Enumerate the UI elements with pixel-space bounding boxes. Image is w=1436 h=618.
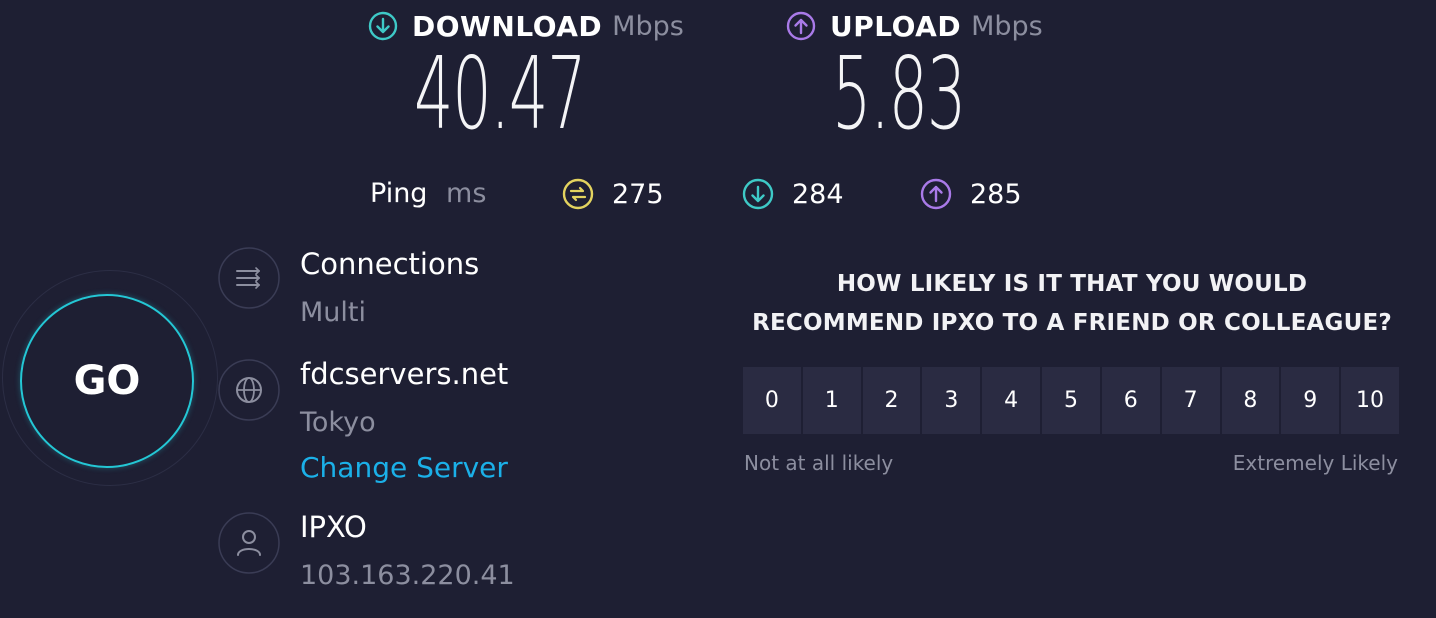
go-button[interactable]: GO — [20, 294, 194, 468]
ping-idle-icon — [562, 178, 594, 210]
scale-low-label: Not at all likely — [744, 451, 894, 475]
scale-option-2[interactable]: 2 — [862, 367, 921, 434]
change-server-link[interactable]: Change Server — [300, 451, 508, 484]
ping-upload-icon — [920, 178, 952, 210]
ping-upload-value: 285 — [970, 178, 1022, 210]
server-location: Tokyo — [300, 407, 376, 438]
server-host: fdcservers.net — [300, 357, 509, 391]
scale-option-0[interactable]: 0 — [743, 367, 801, 434]
ping-download-icon — [742, 178, 774, 210]
user-icon — [218, 512, 280, 574]
scale-high-label: Extremely Likely — [1232, 451, 1398, 475]
connections-icon — [218, 247, 280, 309]
survey-question-line2: RECOMMEND IPXO TO A FRIEND OR COLLEAGUE? — [752, 310, 1392, 336]
connections-title: Connections — [300, 247, 480, 281]
ping-idle-value: 275 — [612, 178, 664, 210]
upload-value: 5.83 — [832, 35, 966, 152]
provider-name: IPXO — [300, 510, 367, 544]
scale-option-3[interactable]: 3 — [922, 367, 981, 434]
download-unit: Mbps — [612, 10, 684, 42]
survey-question: HOW LIKELY IS IT THAT YOU WOULD RECOMMEN… — [744, 265, 1400, 343]
survey-question-line1: HOW LIKELY IS IT THAT YOU WOULD — [836, 271, 1308, 297]
arrow-up-circle-icon — [786, 11, 816, 41]
connections-value: Multi — [300, 297, 366, 328]
ping-label-group: Ping ms — [370, 178, 486, 209]
scale-option-10[interactable]: 10 — [1341, 367, 1399, 434]
ping-download: 284 — [742, 178, 844, 210]
ping-label: Ping — [370, 178, 428, 209]
scale-option-6[interactable]: 6 — [1101, 367, 1160, 434]
scale-option-5[interactable]: 5 — [1042, 367, 1100, 434]
provider-ip: 103.163.220.41 — [300, 560, 515, 591]
scale-option-4[interactable]: 4 — [982, 367, 1041, 434]
scale-option-8[interactable]: 8 — [1221, 367, 1280, 434]
globe-icon — [218, 359, 280, 421]
arrow-down-circle-icon — [368, 11, 398, 41]
download-value: 40.47 — [414, 35, 587, 152]
ping-upload: 285 — [920, 178, 1022, 210]
upload-unit: Mbps — [971, 10, 1043, 42]
scale-option-7[interactable]: 7 — [1161, 367, 1220, 434]
scale-option-9[interactable]: 9 — [1281, 367, 1340, 434]
ping-idle: 275 — [562, 178, 664, 210]
ping-download-value: 284 — [792, 178, 844, 210]
survey-scale: 0 1 2 3 4 5 6 7 8 9 10 — [743, 367, 1399, 434]
ping-unit: ms — [446, 178, 487, 209]
scale-option-1[interactable]: 1 — [802, 367, 861, 434]
